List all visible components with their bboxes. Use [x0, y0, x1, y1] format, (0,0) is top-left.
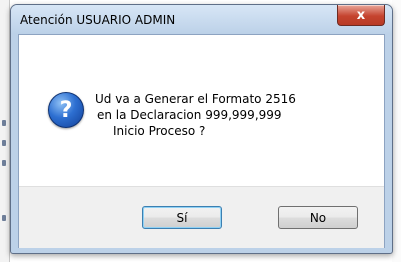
- message-area: ? Ud va a Generar el Formato 2516 en la …: [19, 35, 384, 186]
- close-button[interactable]: x: [337, 5, 385, 26]
- background-marker: [2, 120, 6, 126]
- background-marker: [2, 140, 6, 146]
- question-icon: ?: [48, 92, 84, 128]
- dialog-client-area: ? Ud va a Generar el Formato 2516 en la …: [18, 34, 385, 248]
- dialog-message: Ud va a Generar el Formato 2516 en la De…: [95, 91, 325, 139]
- message-line-1: Ud va a Generar el Formato 2516: [95, 92, 296, 106]
- dialog-title: Atención USUARIO ADMIN: [20, 13, 176, 27]
- button-bar: Sí No: [19, 186, 384, 248]
- background-marker: [2, 160, 6, 166]
- background-app-edge: [0, 0, 10, 262]
- background-marker: [2, 215, 6, 221]
- no-button[interactable]: No: [278, 206, 358, 229]
- yes-button[interactable]: Sí: [142, 206, 222, 229]
- dialog-titlebar[interactable]: Atención USUARIO ADMIN x: [11, 5, 392, 34]
- close-icon: x: [356, 7, 366, 23]
- confirmation-dialog: Atención USUARIO ADMIN x ? Ud va a Gener…: [10, 4, 393, 254]
- background-right-edge: [392, 0, 401, 262]
- message-line-2: en la Declaracion 999,999,999: [97, 108, 282, 122]
- message-line-3: Inicio Proceso ?: [113, 124, 206, 138]
